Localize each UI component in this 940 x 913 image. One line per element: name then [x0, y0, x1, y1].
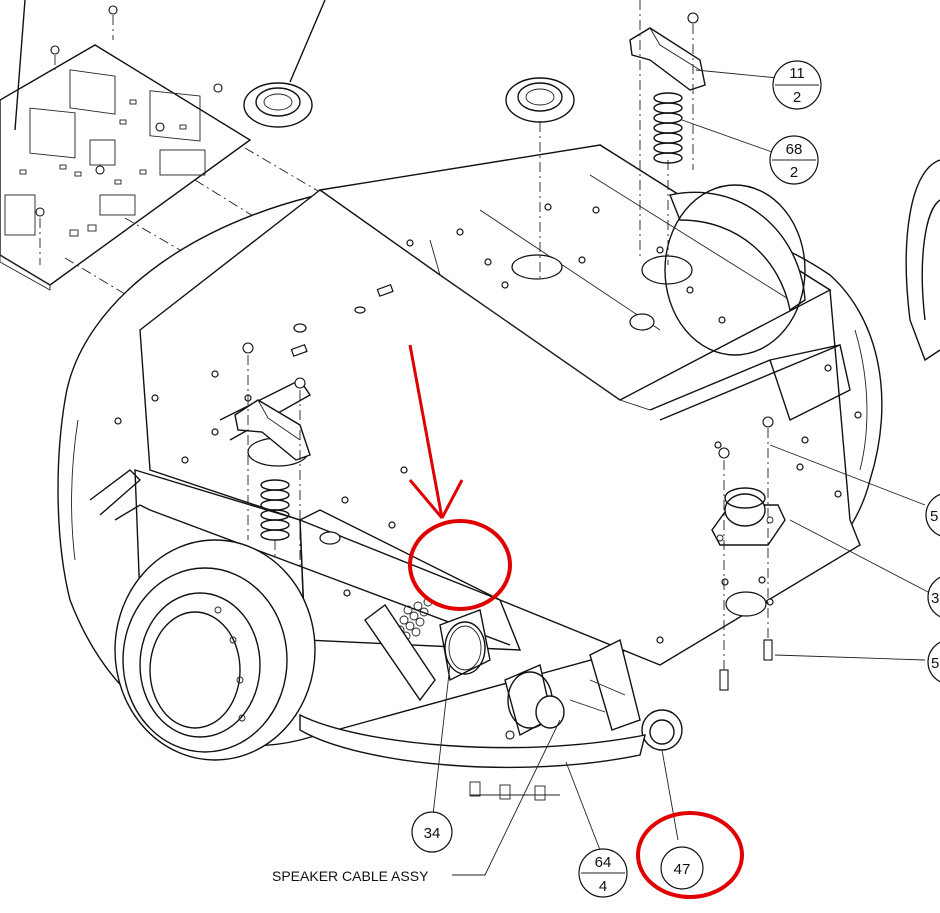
svg-text:2: 2 — [793, 89, 801, 106]
svg-text:5: 5 — [931, 655, 939, 672]
balloon-64-4: 64 4 — [578, 848, 628, 898]
svg-text:3: 3 — [931, 590, 939, 607]
svg-text:64: 64 — [595, 854, 612, 871]
speaker — [504, 664, 565, 740]
left-wheel — [114, 539, 316, 761]
assembly-drawing: 11 2 68 2 34 64 4 47 5 3 5 SPEAKER CABLE… — [0, 0, 940, 899]
balloon-68-2: 68 2 — [769, 135, 819, 185]
balloon-edge-3: 5 — [927, 641, 940, 683]
spring-top — [653, 92, 683, 164]
svg-text:11: 11 — [789, 65, 805, 82]
power-button — [641, 709, 683, 751]
balloon-edge-2: 3 — [927, 576, 940, 618]
grommet-left — [243, 82, 313, 128]
balloon-34: 34 — [411, 811, 453, 853]
partial-wheel-right — [905, 159, 940, 362]
front-cover — [299, 713, 646, 801]
balloon-11-2: 11 2 — [772, 60, 822, 110]
svg-text:47: 47 — [674, 861, 691, 878]
svg-text:4: 4 — [599, 878, 607, 895]
svg-text:34: 34 — [424, 825, 441, 842]
svg-text:68: 68 — [786, 141, 803, 158]
balloon-edge-1: 5 — [925, 493, 940, 537]
svg-text:2: 2 — [790, 164, 798, 181]
bracket-top — [629, 12, 706, 170]
grommet-center — [505, 77, 575, 123]
balloon-47: 47 — [660, 846, 704, 890]
svg-text:5: 5 — [930, 508, 938, 525]
speaker-cable-label: SPEAKER CABLE ASSY — [272, 868, 429, 884]
